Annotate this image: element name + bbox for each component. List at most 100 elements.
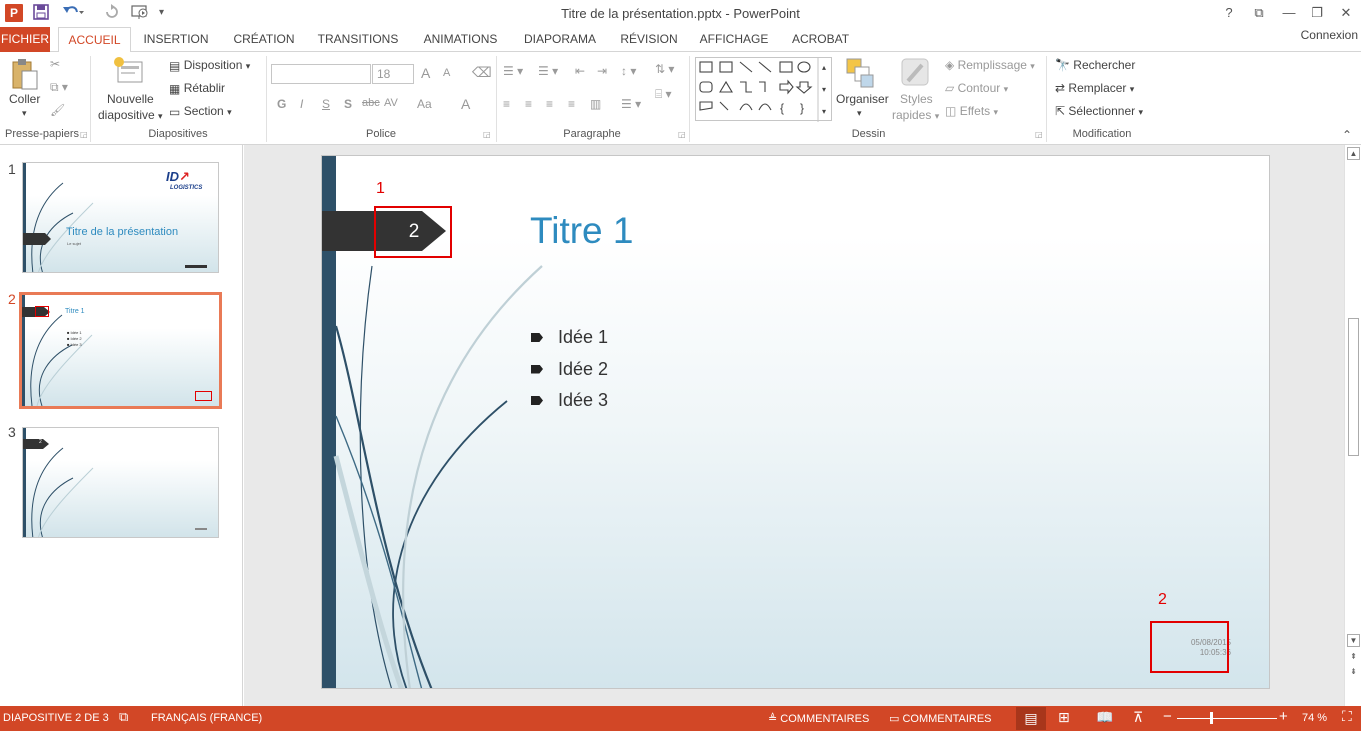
shapes-gallery[interactable]: { } ▴ ▾ ▾ [695, 57, 832, 122]
change-case-button[interactable]: Aa [417, 97, 432, 111]
layout-button[interactable]: ▤ Disposition ▾ [169, 58, 250, 73]
align-left-icon[interactable]: ≡ [503, 97, 510, 111]
tab-animations[interactable]: ANIMATIONS [417, 27, 504, 52]
bullet-item[interactable]: Idée 3 [531, 388, 608, 420]
paste-dropdown-icon[interactable]: ▾ [22, 108, 27, 119]
language-status[interactable]: FRANÇAIS (FRANCE) [151, 712, 262, 724]
shrink-font-icon[interactable]: A [443, 67, 450, 79]
paragraph-launcher-icon[interactable]: ◲ [678, 130, 686, 139]
comments-button[interactable]: ▭ COMMENTAIRES [889, 712, 992, 725]
font-name-input[interactable] [271, 64, 371, 84]
text-direction-icon[interactable]: ⇅ ▾ [655, 62, 674, 76]
spell-check-icon[interactable]: ⧉ [119, 709, 128, 725]
tab-transitions[interactable]: TRANSITIONS [314, 27, 402, 52]
current-slide[interactable]: 2 Titre 1 Idée 1 Idée 2 Idée 3 05/08/201… [321, 155, 1270, 689]
tab-acrobat[interactable]: ACROBAT [787, 27, 854, 52]
copy-icon[interactable]: ⧉ ▾ [50, 80, 68, 95]
section-button[interactable]: ▭ Section ▾ [169, 104, 232, 119]
align-center-icon[interactable]: ≡ [525, 97, 532, 111]
decrease-indent-icon[interactable]: ⇤ [575, 64, 585, 78]
bold-button[interactable]: G [277, 97, 286, 111]
arrange-button[interactable]: Organiser [836, 92, 889, 106]
reset-button[interactable]: ▦ Rétablir [169, 81, 225, 96]
increase-indent-icon[interactable]: ⇥ [597, 64, 607, 78]
tab-fichier[interactable]: FICHIER [0, 27, 50, 52]
slide-bullet-list[interactable]: Idée 1 Idée 2 Idée 3 [531, 325, 608, 420]
font-color-button[interactable]: A [461, 96, 470, 112]
new-slide-icon[interactable] [113, 56, 145, 89]
line-spacing-icon[interactable]: ↕ ▾ [621, 64, 636, 78]
powerpoint-app-icon[interactable]: P [5, 4, 23, 22]
sign-in-link[interactable]: Connexion [1301, 28, 1358, 42]
slide-thumbnail-2[interactable]: Titre 1 ■ Idée 1 ■ Idée 2 ■ Idée 3 [19, 292, 222, 409]
slide-sorter-view-icon[interactable]: ⊞ [1058, 709, 1070, 726]
shape-fill-button[interactable]: ◈ Remplissage ▾ [945, 58, 1035, 72]
undo-icon[interactable] [62, 4, 84, 22]
next-slide-icon[interactable]: ⇟ [1347, 666, 1360, 679]
start-slideshow-icon[interactable] [131, 4, 151, 22]
font-launcher-icon[interactable]: ◲ [483, 130, 491, 139]
zoom-level[interactable]: 74 % [1302, 712, 1327, 724]
scroll-down-icon[interactable]: ▼ [1347, 634, 1360, 647]
zoom-slider-track[interactable] [1177, 718, 1277, 719]
character-spacing-button[interactable]: AV [384, 97, 398, 109]
slide-count-status[interactable]: DIAPOSITIVE 2 DE 3 [3, 712, 109, 724]
numbering-icon[interactable]: ☰ ▾ [538, 64, 558, 78]
notes-button[interactable]: ≜ COMMENTAIRES [768, 712, 869, 725]
select-button[interactable]: ⇱ Sélectionner ▾ [1055, 104, 1143, 118]
minimize-icon[interactable]: — [1276, 3, 1302, 23]
quick-styles-button[interactable]: rapides ▾ [892, 108, 939, 122]
save-icon[interactable] [33, 4, 49, 22]
quick-styles-icon[interactable] [900, 57, 932, 92]
bullet-item[interactable]: Idée 2 [531, 357, 608, 389]
tab-creation[interactable]: CRÉATION [228, 27, 300, 52]
vertical-scrollbar[interactable]: ▲ ▼ ⇞ ⇟ [1344, 145, 1361, 706]
clipboard-launcher-icon[interactable]: ◲ [80, 130, 88, 139]
columns-icon[interactable]: ▥ [590, 97, 601, 111]
previous-slide-icon[interactable]: ⇞ [1347, 651, 1360, 664]
new-slide-label-1[interactable]: Nouvelle [107, 92, 154, 106]
slide-thumbnail-3[interactable]: 2 [22, 427, 219, 538]
restore-icon[interactable]: ❐ [1304, 3, 1330, 23]
slide-thumbnail-1[interactable]: ID↗ LOGISTICS Titre de la présentation L… [22, 162, 219, 273]
tab-diaporama[interactable]: DIAPORAMA [519, 27, 601, 52]
grow-font-icon[interactable]: A [421, 65, 430, 81]
underline-button[interactable]: S [322, 97, 330, 111]
justify-icon[interactable]: ≡ [568, 97, 575, 111]
zoom-out-button[interactable]: − [1163, 708, 1172, 725]
strikethrough-button[interactable]: abc [362, 97, 380, 109]
collapse-ribbon-icon[interactable]: ⌃ [1342, 128, 1352, 142]
clear-formatting-icon[interactable]: ⌫ [472, 64, 492, 81]
customize-qat-icon[interactable]: ▾ [159, 4, 164, 22]
quick-styles-label-1[interactable]: Styles [900, 92, 933, 106]
scroll-up-icon[interactable]: ▲ [1347, 147, 1360, 160]
tab-insertion[interactable]: INSERTION [139, 27, 213, 52]
bullet-item[interactable]: Idée 1 [531, 325, 608, 357]
cut-icon[interactable]: ✂ [50, 57, 60, 71]
paste-button[interactable]: Coller [9, 92, 40, 106]
shape-outline-button[interactable]: ▱ Contour ▾ [945, 81, 1008, 95]
slide-title[interactable]: Titre 1 [530, 210, 633, 252]
help-icon[interactable]: ? [1216, 3, 1242, 23]
format-painter-icon[interactable]: 🖌 [50, 103, 65, 117]
shape-effects-button[interactable]: ◫ Effets ▾ [945, 104, 998, 118]
zoom-slider-handle[interactable] [1210, 712, 1213, 724]
close-icon[interactable]: ✕ [1333, 3, 1359, 23]
tab-accueil[interactable]: ACCUEIL [58, 27, 131, 53]
replace-button[interactable]: ⇄ Remplacer ▾ [1055, 81, 1134, 95]
redo-icon[interactable] [103, 4, 119, 22]
tab-affichage[interactable]: AFFICHAGE [696, 27, 772, 52]
new-slide-button[interactable]: diapositive ▾ [98, 108, 163, 122]
reading-view-icon[interactable]: 📖 [1096, 709, 1113, 726]
find-button[interactable]: 🔭 Rechercher [1055, 58, 1135, 72]
drawing-launcher-icon[interactable]: ◲ [1035, 130, 1043, 139]
align-right-icon[interactable]: ≡ [546, 97, 553, 111]
arrange-icon[interactable] [845, 57, 875, 92]
convert-smartart-icon[interactable]: ⌸ ▾ [655, 87, 672, 102]
italic-button[interactable]: I [300, 97, 303, 111]
fit-slide-icon[interactable]: ⛶ [1342, 708, 1352, 725]
bullets-icon[interactable]: ☰ ▾ [503, 64, 523, 78]
zoom-in-button[interactable]: + [1279, 708, 1288, 725]
shadow-button[interactable]: S [344, 97, 352, 111]
slideshow-view-icon[interactable]: ⊼ [1133, 709, 1143, 726]
